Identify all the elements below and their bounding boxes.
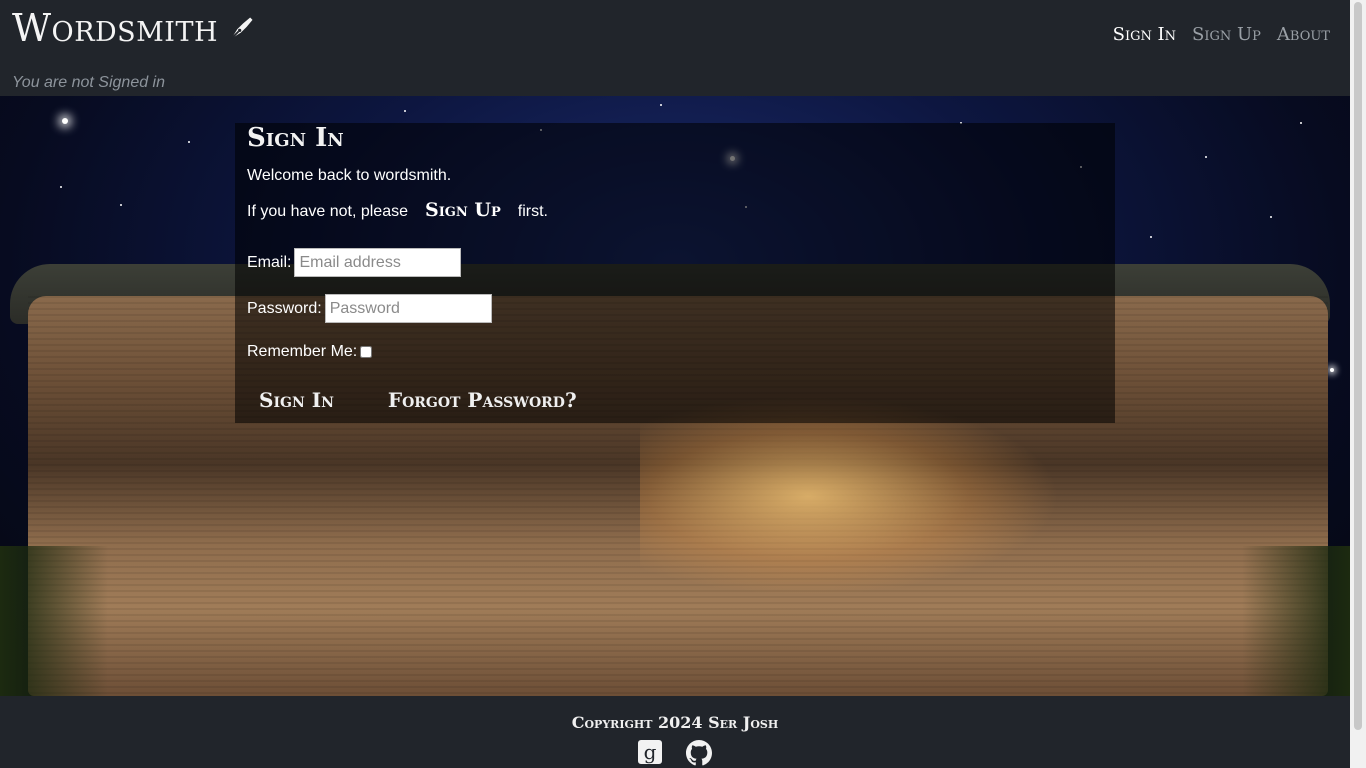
signin-actions: Sign In Forgot Password? [247,388,589,412]
signin-panel: Sign In Welcome back to wordsmith. If yo… [235,123,1115,423]
goodreads-icon[interactable]: g [638,740,662,764]
signin-title: Sign In [247,123,344,153]
email-field[interactable] [294,248,462,277]
remember-checkbox[interactable] [360,346,373,358]
remember-label: Remember Me: [247,343,358,360]
social-links: g [0,740,1350,766]
signup-prompt-after: first. [517,203,548,220]
signup-link[interactable]: Sign Up [425,199,501,221]
page-scrollbar[interactable] [1350,0,1366,768]
remember-row: Remember Me: [247,343,373,361]
fountain-pen-icon [230,17,253,40]
copyright-text: Copyright 2024 Ser Josh [571,713,779,732]
nav-sign-up[interactable]: Sign Up [1192,24,1261,45]
scrollbar-thumb[interactable] [1354,2,1362,730]
password-field[interactable] [324,294,492,323]
signup-prompt-before: If you have not, please [247,203,408,220]
github-icon[interactable] [686,740,712,766]
signin-button[interactable]: Sign In [247,388,346,412]
site-header: Wordsmith You are not Signed in Sign In … [0,0,1350,96]
nav-about[interactable]: About [1277,24,1330,45]
brand-name[interactable]: Wordsmith [12,6,218,50]
password-label: Password: [247,299,322,317]
brand-logo[interactable]: Wordsmith [12,6,256,50]
signup-prompt: If you have not, please Sign Up first. [247,199,548,221]
site-footer: Copyright 2024 Ser Josh g [0,696,1350,768]
forgot-password-button[interactable]: Forgot Password? [376,388,589,412]
main-nav: Sign In Sign Up About [1113,24,1330,45]
nav-sign-in[interactable]: Sign In [1113,24,1176,45]
email-row: Email: [247,248,462,277]
email-label: Email: [247,253,292,271]
password-row: Password: [247,294,492,323]
welcome-text: Welcome back to wordsmith. [247,167,452,184]
signin-status: You are not Signed in [12,74,166,91]
